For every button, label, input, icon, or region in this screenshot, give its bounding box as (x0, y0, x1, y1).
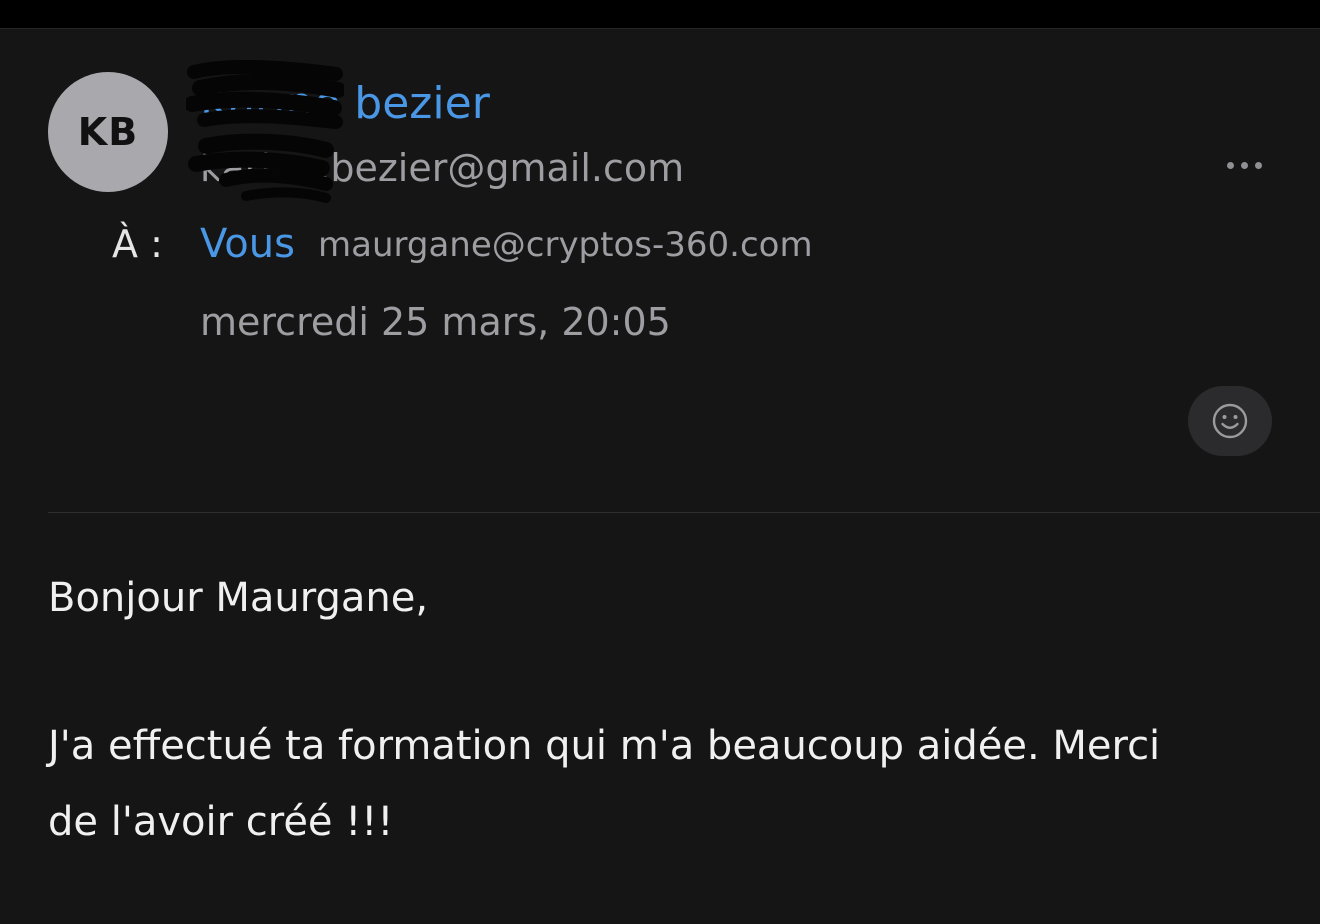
recipient-email[interactable]: maurgane@cryptos-360.com (318, 222, 813, 268)
message-greeting: Bonjour Maurgane, (48, 575, 429, 621)
header-divider (48, 512, 1320, 513)
message-date: mercredi 25 mars, 20:05 (200, 300, 671, 344)
to-label: À : (112, 222, 163, 266)
more-dot (1254, 161, 1262, 169)
message-body-line: de l'avoir créé !!! (48, 799, 394, 845)
avatar-initials: KB (77, 110, 139, 154)
status-bar (0, 0, 1320, 29)
smiley-icon (1212, 403, 1248, 439)
redaction-scribble (186, 60, 344, 203)
more-options-button[interactable] (1218, 150, 1270, 180)
more-horizontal-icon (1226, 161, 1234, 169)
recipient-name[interactable]: Vous (200, 220, 295, 268)
message-body-line: J'a effectué ta formation qui m'a beauco… (48, 723, 1161, 769)
more-dot (1240, 161, 1248, 169)
avatar[interactable]: KB (48, 72, 168, 192)
reaction-button[interactable] (1188, 386, 1272, 456)
